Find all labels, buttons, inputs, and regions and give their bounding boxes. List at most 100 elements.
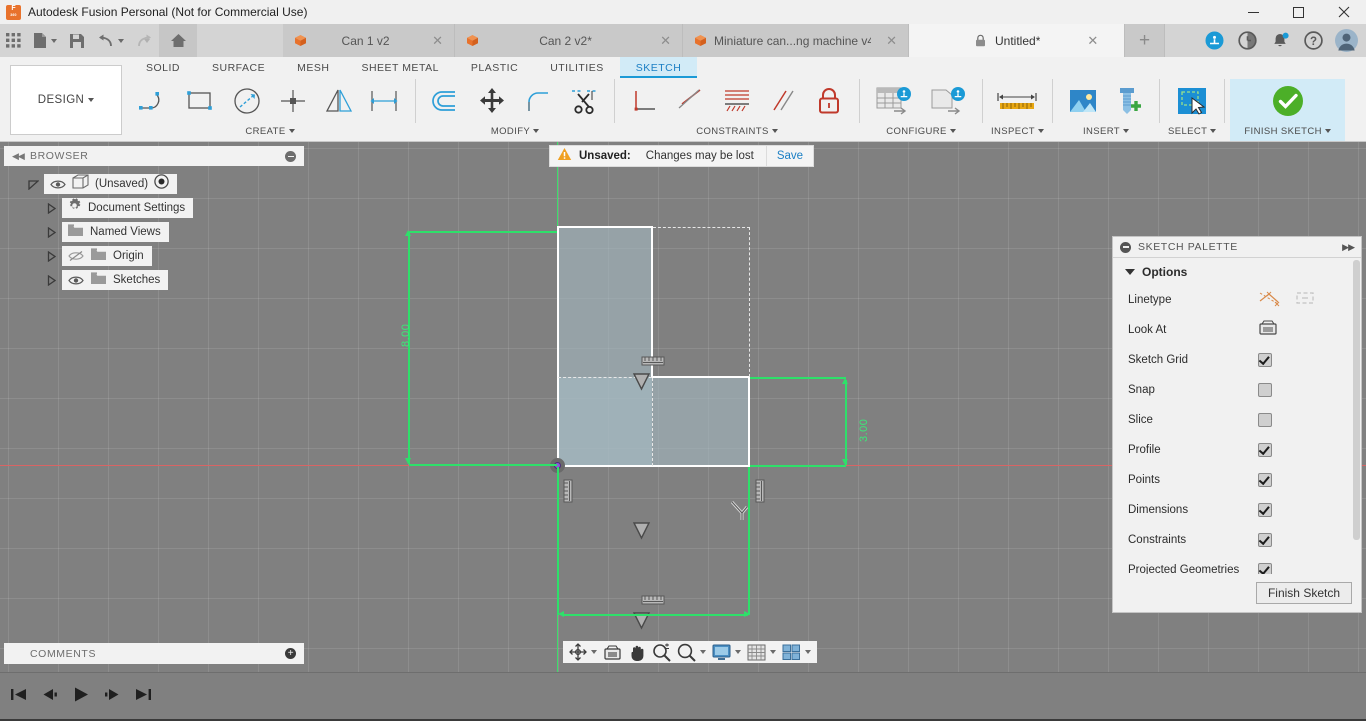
circle-icon[interactable]	[225, 80, 269, 122]
minus-circle-icon[interactable]	[1120, 241, 1131, 253]
tree-row-origin[interactable]: Origin	[22, 244, 302, 268]
insert-image-icon[interactable]	[1061, 80, 1105, 122]
option-dimensions[interactable]: Dimensions	[1113, 495, 1361, 525]
tangent-constraint-icon[interactable]	[669, 80, 713, 122]
radio-icon[interactable]	[154, 174, 169, 194]
insert-mcmaster-part-icon[interactable]	[1107, 80, 1151, 122]
help-question-icon[interactable]: ?	[1298, 24, 1329, 57]
minimize-button[interactable]	[1231, 0, 1276, 24]
option-projected-geometries[interactable]: Projected Geometries	[1113, 555, 1361, 574]
visibility-hidden-eye-icon[interactable]	[67, 250, 84, 263]
undo-button[interactable]	[91, 24, 130, 57]
twisty-collapsed-icon[interactable]	[40, 250, 62, 262]
double-left-arrow-icon[interactable]: ◀◀	[12, 152, 25, 161]
curvature-constraint-icon[interactable]	[715, 80, 759, 122]
option-look-at[interactable]: Look At	[1113, 315, 1361, 345]
notifications-bell-icon[interactable]	[1265, 24, 1296, 57]
sketch-dimension-icon[interactable]	[363, 80, 407, 122]
fix-unfix-lock-icon[interactable]	[807, 80, 851, 122]
tree-item-chip[interactable]: Origin	[62, 246, 152, 266]
new-document-button[interactable]	[27, 24, 63, 57]
jump-to-end-button[interactable]	[132, 681, 154, 707]
document-tab-3[interactable]: Untitled* ✕	[909, 24, 1125, 57]
vertical-constraint-icon[interactable]	[631, 371, 652, 397]
twisty-collapsed-icon[interactable]	[40, 274, 62, 286]
look-at-button[interactable]	[600, 641, 625, 663]
profile-region-lower[interactable]	[558, 377, 750, 466]
parallel-constraint-icon[interactable]	[761, 80, 805, 122]
close-button[interactable]	[1321, 0, 1366, 24]
line-icon[interactable]	[133, 80, 177, 122]
maximize-button[interactable]	[1276, 0, 1321, 24]
display-settings-button[interactable]	[709, 641, 744, 663]
vertical-constraint-icon-left[interactable]	[562, 479, 574, 508]
twisty-collapsed-icon[interactable]	[40, 226, 62, 238]
document-tab-2[interactable]: Miniature can...ng machine v4 ✕	[683, 24, 909, 57]
fit-button[interactable]	[674, 641, 709, 663]
panel-finish-sketch-label[interactable]: FINISH SKETCH	[1244, 123, 1331, 139]
ribbon-tab-plastic[interactable]: PLASTIC	[455, 57, 534, 78]
profile-edge-left[interactable]	[557, 226, 559, 467]
panel-select-label[interactable]: SELECT	[1168, 123, 1217, 139]
close-tab-button[interactable]: ✕	[886, 34, 897, 47]
vertical-constraint-icon-mid[interactable]	[631, 520, 652, 546]
double-right-arrow-icon[interactable]: ▶▶	[1342, 242, 1355, 253]
document-tab-1[interactable]: Can 2 v2* ✕	[455, 24, 683, 57]
measure-ruler-icon[interactable]	[991, 80, 1043, 122]
comments-header[interactable]: COMMENTS +	[4, 643, 304, 664]
projected-geometries-checkbox[interactable]	[1258, 563, 1272, 574]
panel-inspect-label[interactable]: INSPECT	[991, 123, 1044, 139]
rectangle-icon[interactable]	[179, 80, 223, 122]
profile-checkbox[interactable]	[1258, 443, 1272, 457]
constraints-checkbox[interactable]	[1258, 533, 1272, 547]
tree-item-chip[interactable]: Sketches	[62, 270, 169, 290]
finish-sketch-button[interactable]: Finish Sketch	[1255, 582, 1352, 604]
tree-item-chip[interactable]: Document Settings	[62, 198, 194, 218]
construction-linetype-icon[interactable]	[1258, 289, 1280, 312]
ribbon-tab-solid[interactable]: SOLID	[130, 57, 196, 78]
tree-row-document-settings[interactable]: Document Settings	[22, 196, 302, 220]
profile-edge-step-top[interactable]	[651, 376, 750, 378]
tree-row-named-views[interactable]: Named Views	[22, 220, 302, 244]
avatar[interactable]	[1331, 24, 1362, 57]
snap-checkbox[interactable]	[1258, 383, 1272, 397]
option-points[interactable]: Points	[1113, 465, 1361, 495]
select-window-cursor-icon[interactable]	[1170, 80, 1214, 122]
close-tab-button[interactable]: ✕	[432, 34, 443, 47]
panel-create-label[interactable]: CREATE	[245, 123, 295, 139]
ribbon-tab-utilities[interactable]: UTILITIES	[534, 57, 620, 78]
twisty-collapsed-icon[interactable]	[40, 202, 62, 214]
horizontal-constraint-icon-bottom[interactable]	[641, 593, 665, 611]
viewports-button[interactable]	[779, 641, 814, 663]
app-grid-button[interactable]	[0, 24, 27, 57]
grid-snaps-button[interactable]	[744, 641, 779, 663]
jump-to-beginning-button[interactable]	[8, 681, 30, 707]
step-back-button[interactable]	[39, 681, 61, 707]
profile-edge-right[interactable]	[748, 376, 750, 467]
step-forward-button[interactable]	[101, 681, 123, 707]
ribbon-tab-mesh[interactable]: MESH	[281, 57, 345, 78]
option-slice[interactable]: Slice	[1113, 405, 1361, 435]
configure-table-icon[interactable]	[868, 80, 920, 122]
slice-checkbox[interactable]	[1258, 413, 1272, 427]
panel-configure-label[interactable]: CONFIGURE	[886, 123, 956, 139]
new-tab-button[interactable]: +	[1125, 24, 1165, 57]
option-sketch-grid[interactable]: Sketch Grid	[1113, 345, 1361, 375]
palette-section-options[interactable]: Options	[1113, 258, 1361, 285]
close-tab-button[interactable]: ✕	[660, 34, 671, 47]
plus-circle-icon[interactable]: +	[285, 648, 296, 659]
profile-edge-bottom[interactable]	[557, 465, 750, 467]
horizontal-constraint-icon[interactable]	[641, 354, 665, 372]
extensions-icon[interactable]	[1199, 24, 1230, 57]
twisty-expanded-icon[interactable]	[22, 179, 44, 190]
configure-feature-icon[interactable]	[922, 80, 974, 122]
workspace-selector[interactable]: DESIGN	[10, 65, 122, 135]
orbit-button[interactable]	[566, 641, 600, 663]
option-profile[interactable]: Profile	[1113, 435, 1361, 465]
job-status-clock-icon[interactable]	[1232, 24, 1263, 57]
tree-item-chip[interactable]: (Unsaved)	[44, 174, 178, 194]
close-tab-button[interactable]: ✕	[1087, 34, 1098, 47]
mirror-icon[interactable]	[317, 80, 361, 122]
horizontal-vertical-constraint-icon[interactable]	[623, 80, 667, 122]
points-checkbox[interactable]	[1258, 473, 1272, 487]
